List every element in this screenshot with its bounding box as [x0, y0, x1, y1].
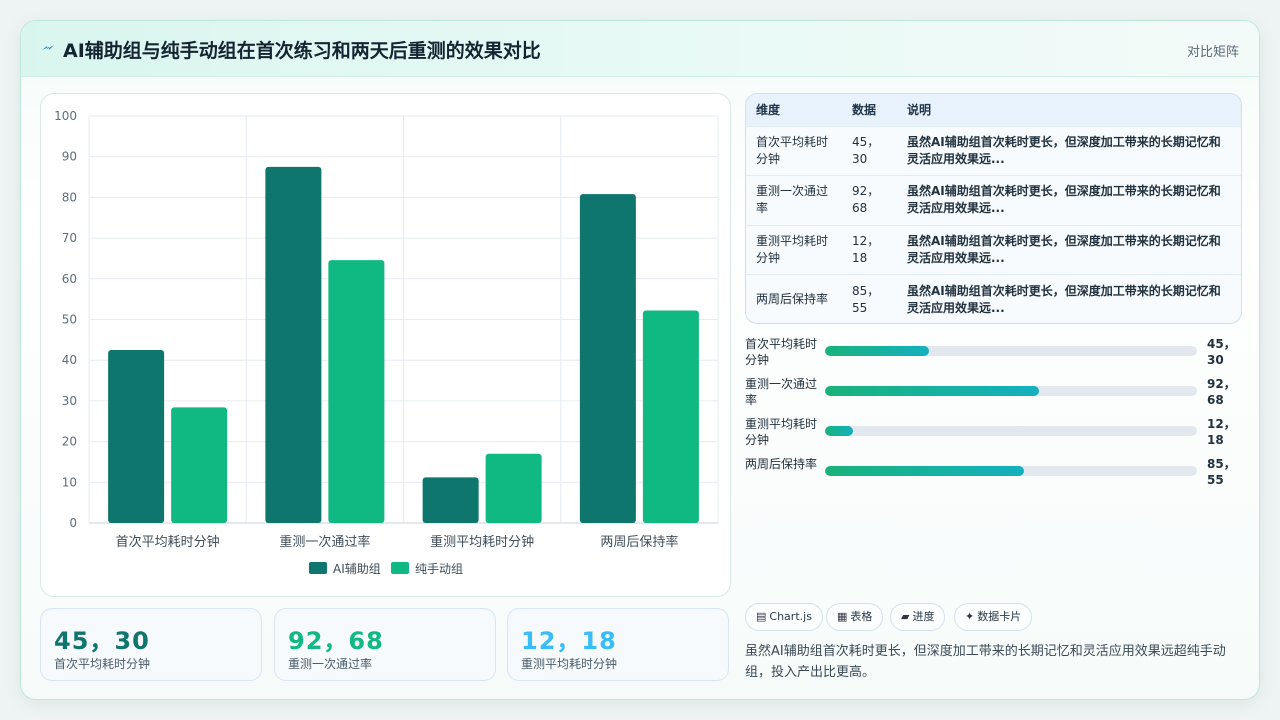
legend-swatch: [391, 562, 409, 574]
page-title: AI辅助组与纯手动组在首次练习和两天后重测的效果对比: [63, 40, 541, 62]
chip-chartjs[interactable]: ▤ Chart.js: [745, 603, 823, 631]
chip-table[interactable]: ▦ 表格: [826, 603, 884, 631]
table-row: 两周后保持率 85，55 虽然AI辅助组首次耗时更长，但深度加工带来的长期记忆和…: [746, 274, 1241, 324]
progress-value: 12，18: [1207, 417, 1236, 447]
progress-fill: [825, 466, 1025, 476]
table-cell-dimension: 重测一次通过率: [756, 184, 829, 216]
table-cell-data: 12，18: [852, 233, 880, 265]
table-header-cell: 数据: [852, 103, 877, 118]
bar-manual: [642, 310, 699, 523]
progress-label: 两周后保持率: [745, 457, 818, 471]
stat-card-1: 45，30 首次平均耗时分钟: [40, 608, 262, 681]
stat-value: 92，68: [288, 627, 384, 655]
x-tick-label: 重测平均耗时分钟: [430, 534, 534, 550]
stat-card-3: 12，18 重测平均耗时分钟: [507, 608, 729, 681]
legend-label: 纯手动组: [415, 562, 463, 576]
table-header-row: 维度 数据 说明: [746, 94, 1241, 126]
chip-label: 数据卡片: [977, 610, 1022, 623]
bar-manual: [485, 453, 542, 523]
x-tick-label: 首次平均耗时分钟: [116, 534, 220, 550]
lightning-icon: [42, 45, 54, 50]
bar-manual: [171, 407, 228, 523]
progress-icon: ▰: [901, 610, 910, 623]
table-row: 首次平均耗时分钟 45，30 虽然AI辅助组首次耗时更长，但深度加工带来的长期记…: [746, 126, 1241, 176]
chip-data-card[interactable]: ✦ 数据卡片: [954, 603, 1033, 631]
progress-fill: [825, 426, 853, 436]
y-tick-label: 60: [62, 272, 77, 286]
header-badge: 对比矩阵: [1186, 45, 1239, 60]
legend-label: AI辅助组: [333, 562, 381, 576]
y-tick-label: 20: [62, 435, 77, 449]
progress-value: 45，30: [1207, 337, 1236, 367]
table-header-cell: 说明: [907, 103, 932, 118]
stat-value: 45，30: [54, 627, 150, 655]
progress-label: 重测平均耗时分钟: [745, 417, 818, 447]
table-cell-dimension: 两周后保持率: [756, 292, 829, 306]
progress-label: 重测一次通过率: [745, 377, 818, 407]
table-cell-description: 虽然AI辅助组首次耗时更长，但深度加工带来的长期记忆和灵活应用效果远...: [907, 134, 1221, 166]
progress-fill: [825, 386, 1039, 396]
progress-value: 85，55: [1207, 457, 1236, 487]
progress-label: 首次平均耗时分钟: [745, 337, 818, 367]
table-cell-description: 虽然AI辅助组首次耗时更长，但深度加工带来的长期记忆和灵活应用效果远...: [907, 283, 1221, 315]
summary-text: 虽然AI辅助组首次耗时更长，但深度加工带来的长期记忆和灵活应用效果远超纯手动组，…: [745, 644, 1226, 680]
progress-track: [825, 466, 1197, 476]
table-cell-data: 45，30: [852, 134, 880, 166]
y-tick-label: 30: [62, 394, 77, 408]
comparison-table: 维度 数据 说明 首次平均耗时分钟 45，30 虽然AI辅助组首次耗时更长，但深…: [745, 93, 1242, 324]
stat-label: 重测一次通过率: [288, 657, 373, 671]
x-tick-label: 重测一次通过率: [279, 534, 370, 550]
y-tick-label: 40: [62, 353, 77, 367]
progress-row: 重测平均耗时分钟 12，18: [745, 415, 1236, 449]
sparkle-icon: ✦: [965, 610, 975, 623]
progress-track: [825, 346, 1197, 356]
y-tick-label: 10: [62, 475, 77, 489]
table-header-cell: 维度: [756, 103, 781, 118]
table-cell-dimension: 重测平均耗时分钟: [756, 233, 829, 265]
bar-chart-panel: 0 10 20 30 40 50 60 70 80 90 100 首次平均耗时分钟 重测一次通过率 重测平…: [40, 93, 731, 597]
table-row: 重测平均耗时分钟 12，18 虽然AI辅助组首次耗时更长，但深度加工带来的长期记…: [746, 225, 1241, 275]
table-cell-data: 92，68: [852, 184, 880, 216]
y-tick-label: 70: [62, 231, 77, 245]
header-bar: AI辅助组与纯手动组在首次练习和两天后重测的效果对比 对比矩阵: [21, 21, 1259, 77]
progress-row: 重测一次通过率 92，68: [745, 375, 1236, 409]
progress-value: 92，68: [1207, 377, 1236, 407]
bar-ai: [579, 194, 636, 524]
table-cell-dimension: 首次平均耗时分钟: [756, 134, 829, 166]
y-tick-label: 0: [69, 516, 77, 530]
chip-label: 表格: [850, 610, 873, 623]
chip-label: 进度: [912, 610, 935, 623]
table-cell-description: 虽然AI辅助组首次耗时更长，但深度加工带来的长期记忆和灵活应用效果远...: [907, 184, 1221, 216]
chart-icon: ▤: [756, 610, 767, 623]
table-cell-description: 虽然AI辅助组首次耗时更长，但深度加工带来的长期记忆和灵活应用效果远...: [907, 233, 1221, 265]
legend-swatch: [309, 562, 327, 574]
table-cell-data: 85，55: [852, 283, 880, 315]
y-tick-label: 80: [62, 190, 77, 204]
table-icon: ▦: [837, 610, 848, 623]
progress-track: [825, 386, 1197, 396]
y-tick-label: 100: [54, 109, 77, 123]
stat-value: 12，18: [521, 627, 617, 655]
stat-label: 首次平均耗时分钟: [54, 657, 151, 671]
progress-fill: [825, 346, 930, 356]
bar-chart: 0 10 20 30 40 50 60 70 80 90 100 首次平均耗时分钟 重测一次通过率 重测平…: [54, 109, 719, 576]
y-tick-label: 90: [62, 150, 77, 164]
progress-row: 首次平均耗时分钟 45，30: [745, 335, 1236, 369]
bar-ai: [265, 166, 322, 523]
y-tick-label: 50: [62, 313, 77, 327]
stat-label: 重测平均耗时分钟: [521, 657, 618, 671]
x-tick-label: 两周后保持率: [600, 534, 678, 550]
stat-card-2: 92，68 重测一次通过率: [274, 608, 496, 681]
progress-row: 两周后保持率 85，55: [745, 455, 1236, 489]
bar-ai: [108, 350, 165, 523]
bar-ai: [422, 477, 479, 523]
table-row: 重测一次通过率 92，68 虽然AI辅助组首次耗时更长，但深度加工带来的长期记忆…: [746, 175, 1241, 226]
progress-track: [825, 426, 1197, 436]
dashboard-card: AI辅助组与纯手动组在首次练习和两天后重测的效果对比 对比矩阵 0 10 20 30 4…: [20, 20, 1260, 700]
bar-manual: [328, 260, 385, 523]
chip-label: Chart.js: [769, 610, 812, 623]
chip-progress[interactable]: ▰ 进度: [890, 603, 946, 631]
